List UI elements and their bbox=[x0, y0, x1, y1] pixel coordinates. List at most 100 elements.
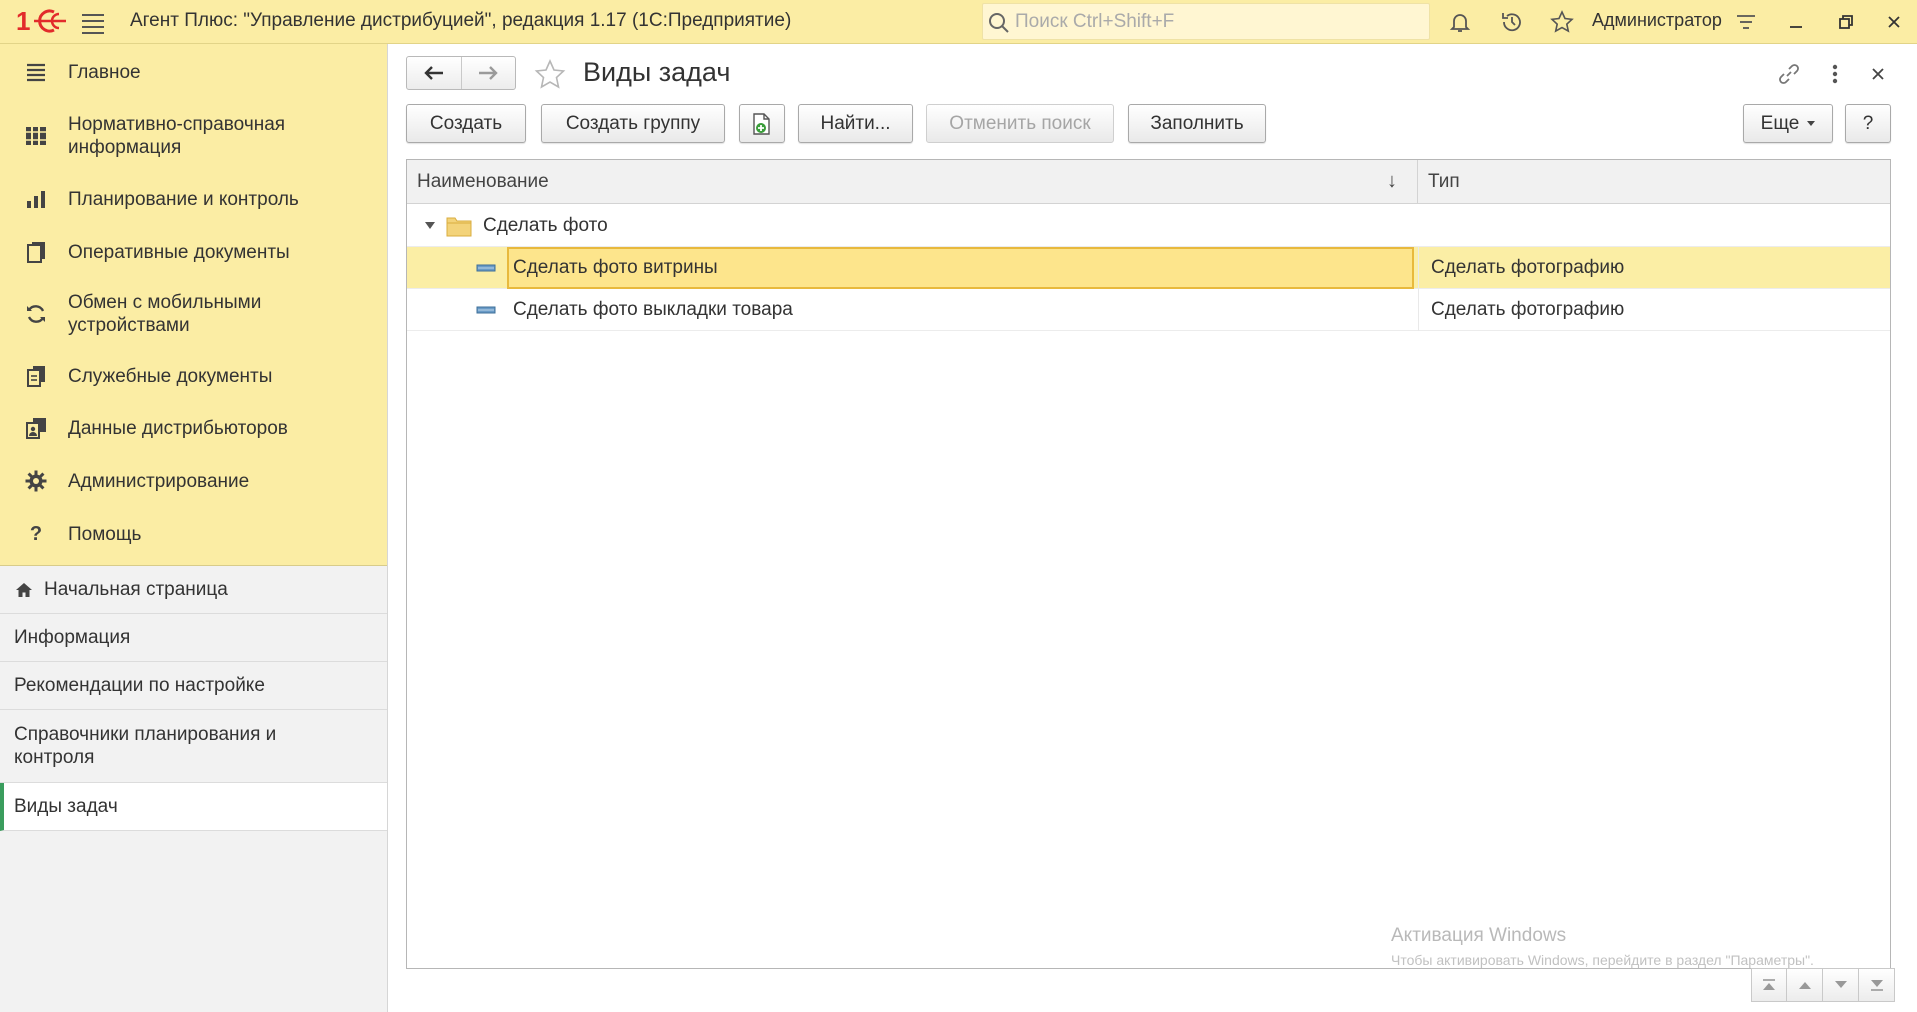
scroll-bottom-button[interactable] bbox=[1859, 968, 1895, 1002]
table-header: Наименование ↓ Тип bbox=[407, 160, 1890, 204]
cancel-search-button[interactable]: Отменить поиск bbox=[926, 104, 1114, 143]
search-icon bbox=[989, 13, 1009, 33]
documents-icon bbox=[22, 238, 50, 266]
history-icon[interactable] bbox=[1496, 6, 1528, 38]
open-window-label: Информация bbox=[14, 627, 131, 648]
star-icon[interactable] bbox=[1546, 6, 1578, 38]
table-row[interactable]: Сделать фото выкладки товара Сделать фот… bbox=[407, 289, 1890, 331]
create-button[interactable]: Создать bbox=[406, 104, 526, 143]
title-bar: 1 Агент Плюс: "Управление дистрибуцией",… bbox=[0, 0, 1917, 44]
form-title: Виды задач bbox=[583, 57, 731, 87]
scroll-down-icon bbox=[1834, 981, 1847, 988]
row-type: Сделать фотографию bbox=[1418, 247, 1890, 289]
row-name: Сделать фото витрины bbox=[507, 247, 1414, 289]
row-type bbox=[1418, 205, 1890, 247]
help-button[interactable]: ? bbox=[1845, 104, 1891, 143]
section-reference-info[interactable]: Нормативно-справочная информация bbox=[0, 100, 387, 172]
main-menu-icon[interactable] bbox=[80, 10, 106, 34]
forward-button[interactable] bbox=[460, 57, 516, 89]
user-name[interactable]: Администратор bbox=[1592, 10, 1722, 31]
section-label: Обмен с мобильными устройствами bbox=[68, 292, 262, 336]
open-window-task-types[interactable]: Виды задач bbox=[0, 783, 387, 831]
section-service-docs[interactable]: Служебные документы bbox=[0, 350, 387, 402]
copy-button[interactable] bbox=[739, 104, 785, 143]
bell-icon[interactable] bbox=[1444, 6, 1476, 38]
open-window-label: Рекомендации по настройке bbox=[14, 675, 265, 696]
open-window-planning-refs[interactable]: Справочники планирования и контроля bbox=[0, 710, 387, 783]
settings-icon[interactable] bbox=[1730, 6, 1762, 38]
more-vertical-icon[interactable] bbox=[1821, 60, 1849, 88]
scroll-up-button[interactable] bbox=[1787, 968, 1823, 1002]
section-distributor-data[interactable]: Данные дистрибьюторов bbox=[0, 402, 387, 454]
sync-icon bbox=[22, 300, 50, 328]
section-label: Оперативные документы bbox=[68, 241, 290, 263]
service-docs-icon bbox=[22, 362, 50, 390]
favorite-star-icon[interactable] bbox=[533, 58, 567, 92]
svg-text:1: 1 bbox=[16, 6, 30, 36]
section-help[interactable]: ? Помощь bbox=[0, 508, 387, 560]
folder-icon bbox=[446, 217, 472, 237]
open-window-label: Начальная страница bbox=[44, 579, 228, 600]
open-window-label: Справочники планирования и контроля bbox=[14, 724, 277, 768]
home-icon bbox=[16, 582, 32, 597]
section-label: Администрирование bbox=[68, 470, 250, 492]
search-input[interactable] bbox=[1015, 4, 1415, 39]
windows-activation-subtitle: Чтобы активировать Windows, перейдите в … bbox=[1391, 952, 1814, 968]
menu-lines-icon bbox=[22, 58, 50, 86]
scroll-up-icon bbox=[1798, 982, 1811, 989]
open-windows-list: Начальная страница Информация Рекомендац… bbox=[0, 566, 387, 831]
logo-1c-icon: 1 bbox=[16, 6, 66, 36]
bar-chart-icon bbox=[22, 185, 50, 213]
element-icon bbox=[476, 264, 496, 272]
section-label: Служебные документы bbox=[68, 365, 273, 387]
sidebar: Главное Нормативно-справочная информация… bbox=[0, 44, 388, 1012]
section-label: Главное bbox=[68, 61, 141, 83]
scroll-top-button[interactable] bbox=[1751, 968, 1787, 1002]
windows-activation-title: Активация Windows bbox=[1391, 925, 1567, 946]
task-types-table[interactable]: Наименование ↓ Тип Сделать фото Сделать … bbox=[406, 159, 1891, 969]
column-header-name[interactable]: Наименование ↓ bbox=[407, 160, 1418, 204]
search-box[interactable] bbox=[982, 3, 1430, 40]
question-icon: ? bbox=[29, 522, 43, 545]
table-row-selected[interactable]: Сделать фото витрины Сделать фотографию bbox=[407, 247, 1890, 289]
navigation-buttons bbox=[406, 56, 516, 90]
form-close-icon[interactable] bbox=[1864, 60, 1892, 88]
scroll-bottom-icon bbox=[1870, 980, 1883, 991]
table-scroll-buttons bbox=[1751, 968, 1895, 1002]
find-button[interactable]: Найти... bbox=[798, 104, 913, 143]
open-window-label: Виды задач bbox=[14, 796, 118, 817]
section-main[interactable]: Главное bbox=[0, 44, 387, 100]
table-row-group[interactable]: Сделать фото bbox=[407, 205, 1890, 247]
fill-button[interactable]: Заполнить bbox=[1128, 104, 1266, 143]
section-mobile-exchange[interactable]: Обмен с мобильными устройствами bbox=[0, 278, 387, 350]
open-window-home[interactable]: Начальная страница bbox=[0, 566, 387, 614]
section-label: Нормативно-справочная информация bbox=[68, 114, 286, 158]
section-operational-docs[interactable]: Оперативные документы bbox=[0, 226, 387, 278]
scroll-top-icon bbox=[1763, 979, 1775, 990]
section-planning[interactable]: Планирование и контроль bbox=[0, 172, 387, 226]
scroll-down-button[interactable] bbox=[1823, 968, 1859, 1002]
close-icon[interactable] bbox=[1878, 6, 1910, 38]
element-icon bbox=[476, 306, 496, 314]
chevron-down-icon bbox=[1807, 121, 1816, 126]
arrow-left-icon bbox=[424, 66, 443, 80]
link-icon[interactable] bbox=[1775, 60, 1803, 88]
back-button[interactable] bbox=[407, 57, 461, 89]
arrow-right-icon bbox=[479, 66, 498, 80]
distributor-data-icon bbox=[22, 414, 50, 442]
sort-down-icon: ↓ bbox=[1387, 170, 1397, 192]
section-administration[interactable]: Администрирование bbox=[0, 454, 387, 508]
open-window-recommendations[interactable]: Рекомендации по настройке bbox=[0, 662, 387, 710]
row-name: Сделать фото выкладки товара bbox=[513, 299, 793, 320]
open-window-info[interactable]: Информация bbox=[0, 614, 387, 662]
column-header-type[interactable]: Тип bbox=[1418, 160, 1890, 204]
create-group-button[interactable]: Создать группу bbox=[541, 104, 725, 143]
expand-arrow-icon[interactable] bbox=[425, 222, 435, 229]
section-label: Планирование и контроль bbox=[68, 188, 299, 210]
restore-icon[interactable] bbox=[1830, 6, 1862, 38]
more-button[interactable]: Еще bbox=[1743, 104, 1833, 143]
gear-icon bbox=[22, 467, 50, 495]
row-name: Сделать фото bbox=[483, 215, 608, 236]
minimize-icon[interactable] bbox=[1780, 6, 1812, 38]
column-header-label: Тип bbox=[1428, 171, 1460, 192]
